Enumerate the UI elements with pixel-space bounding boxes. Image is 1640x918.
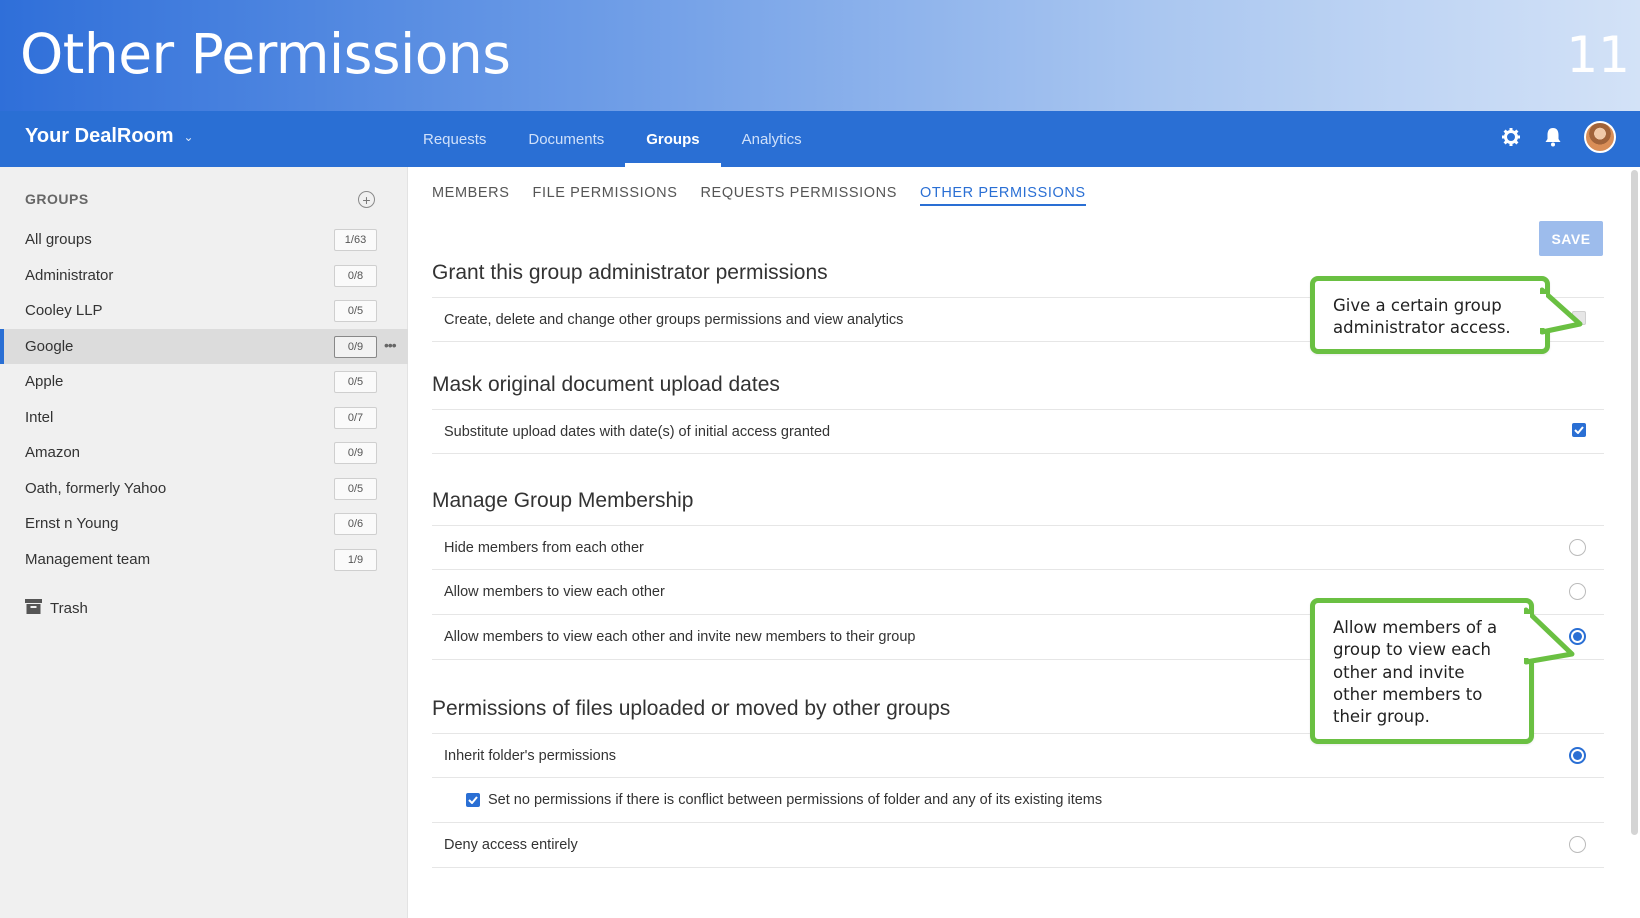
- permission-row-mask-dates: Substitute upload dates with date(s) of …: [432, 409, 1604, 454]
- permission-row-deny: Deny access entirely: [432, 823, 1604, 868]
- slide-number: 11: [1566, 26, 1630, 84]
- app-navbar: Your DealRoom ⌄ Requests Documents Group…: [0, 111, 1640, 167]
- section-title-admin: Grant this group administrator permissio…: [432, 261, 828, 284]
- group-name: All groups: [25, 231, 92, 249]
- section-title-mask-dates: Mask original document upload dates: [432, 373, 780, 396]
- group-list: All groups 1/63 Administrator 0/8 Cooley…: [0, 222, 408, 577]
- permission-label: Allow members to view each other: [444, 584, 665, 600]
- group-name: Cooley LLP: [25, 302, 103, 320]
- tab-members[interactable]: MEMBERS: [432, 185, 510, 206]
- callout-invite-members: Allow members of a group to view each ot…: [1310, 598, 1534, 744]
- group-name: Administrator: [25, 266, 114, 284]
- groups-sidebar: GROUPS + All groups 1/63 Administrator 0…: [0, 167, 408, 918]
- slide-header: Other Permissions 11: [0, 0, 1640, 111]
- gear-icon[interactable]: [1500, 126, 1522, 148]
- add-group-icon[interactable]: +: [358, 191, 375, 208]
- permission-label: Inherit folder's permissions: [444, 747, 617, 764]
- callout-text: Allow members of a group to view each ot…: [1333, 618, 1498, 727]
- chevron-down-icon: ⌄: [183, 129, 194, 144]
- sidebar-item-management-team[interactable]: Management team 1/9: [0, 542, 408, 578]
- group-count-badge: 0/7: [334, 406, 377, 429]
- group-name: Intel: [25, 408, 54, 426]
- permission-label: Deny access entirely: [444, 837, 578, 853]
- callout-pointer: [1524, 607, 1575, 665]
- group-count-badge: 0/5: [334, 477, 377, 500]
- nav-tab-analytics[interactable]: Analytics: [721, 111, 823, 167]
- permission-label: Create, delete and change other groups p…: [444, 311, 904, 328]
- permission-tabs: MEMBERS FILE PERMISSIONS REQUESTS PERMIS…: [432, 185, 1086, 206]
- tab-file-permissions[interactable]: FILE PERMISSIONS: [533, 185, 678, 206]
- section-title-membership: Manage Group Membership: [432, 489, 694, 512]
- sidebar-item-amazon[interactable]: Amazon 0/9: [0, 435, 408, 471]
- sidebar-item-cooley-llp[interactable]: Cooley LLP 0/5: [0, 293, 408, 329]
- nav-icons: [1500, 121, 1616, 153]
- group-count-badge: 0/5: [334, 371, 377, 393]
- permission-label: Substitute upload dates with date(s) of …: [444, 423, 831, 440]
- sidebar-item-all-groups[interactable]: All groups 1/63: [0, 222, 408, 258]
- trash-link[interactable]: Trash: [25, 599, 88, 618]
- bell-icon[interactable]: [1542, 126, 1564, 148]
- main-nav: Requests Documents Groups Analytics: [402, 111, 823, 167]
- avatar[interactable]: [1584, 121, 1616, 153]
- sidebar-item-apple[interactable]: Apple 0/5: [0, 364, 408, 400]
- group-count-badge: 0/8: [334, 264, 377, 287]
- sidebar-item-ernst-n-young[interactable]: Ernst n Young 0/6: [0, 506, 408, 542]
- permission-label: Set no permissions if there is conflict …: [488, 792, 1103, 808]
- brand-dropdown[interactable]: Your DealRoom ⌄: [25, 125, 194, 148]
- permission-row-hide-members: Hide members from each other: [432, 525, 1604, 570]
- tab-requests-permissions[interactable]: REQUESTS PERMISSIONS: [700, 185, 897, 206]
- group-count-badge: 0/6: [334, 513, 377, 535]
- callout-admin-access: Give a certain group administrator acces…: [1310, 276, 1550, 354]
- nav-tab-documents[interactable]: Documents: [507, 111, 625, 167]
- sidebar-item-google[interactable]: Google 0/9 •••: [0, 328, 408, 364]
- mask-dates-checkbox[interactable]: [1572, 423, 1586, 437]
- sidebar-item-intel[interactable]: Intel 0/7: [0, 400, 408, 436]
- save-button[interactable]: SAVE: [1539, 221, 1603, 256]
- view-members-radio[interactable]: [1569, 583, 1586, 600]
- group-count-badge: 0/9: [334, 442, 377, 464]
- group-name: Ernst n Young: [25, 515, 119, 533]
- tab-other-permissions[interactable]: OTHER PERMISSIONS: [920, 185, 1086, 206]
- hide-members-radio[interactable]: [1569, 539, 1586, 556]
- nav-tab-requests[interactable]: Requests: [402, 111, 507, 167]
- sidebar-item-administrator[interactable]: Administrator 0/8: [0, 258, 408, 294]
- section-title-file-permissions: Permissions of files uploaded or moved b…: [432, 697, 951, 720]
- nav-tab-groups[interactable]: Groups: [625, 111, 721, 167]
- brand-label: Your DealRoom: [25, 125, 174, 147]
- group-name: Apple: [25, 373, 64, 391]
- no-permissions-conflict-checkbox[interactable]: [466, 793, 480, 807]
- sidebar-item-oath[interactable]: Oath, formerly Yahoo 0/5: [0, 471, 408, 507]
- inherit-permissions-radio[interactable]: [1569, 747, 1586, 764]
- scrollbar[interactable]: [1631, 170, 1638, 835]
- callout-text: Give a certain group administrator acces…: [1333, 296, 1511, 338]
- group-count-badge: 0/9: [334, 335, 377, 358]
- trash-icon: [25, 599, 42, 618]
- group-count-badge: 0/5: [334, 300, 377, 322]
- group-count-badge: 1/63: [334, 229, 377, 251]
- trash-label: Trash: [50, 600, 88, 617]
- permission-label: Allow members to view each other and inv…: [444, 629, 916, 645]
- group-name: Amazon: [25, 444, 81, 462]
- callout-pointer: [1540, 287, 1583, 335]
- deny-access-radio[interactable]: [1569, 836, 1586, 853]
- more-options-icon[interactable]: •••: [384, 337, 397, 353]
- permission-label: Hide members from each other: [444, 539, 644, 556]
- sidebar-heading: GROUPS: [25, 191, 89, 207]
- permission-row-conflict: Set no permissions if there is conflict …: [432, 778, 1604, 823]
- slide-title: Other Permissions: [20, 22, 511, 86]
- group-name: Google: [25, 337, 74, 355]
- group-count-badge: 1/9: [334, 548, 377, 571]
- group-name: Management team: [25, 550, 151, 568]
- group-name: Oath, formerly Yahoo: [25, 479, 167, 497]
